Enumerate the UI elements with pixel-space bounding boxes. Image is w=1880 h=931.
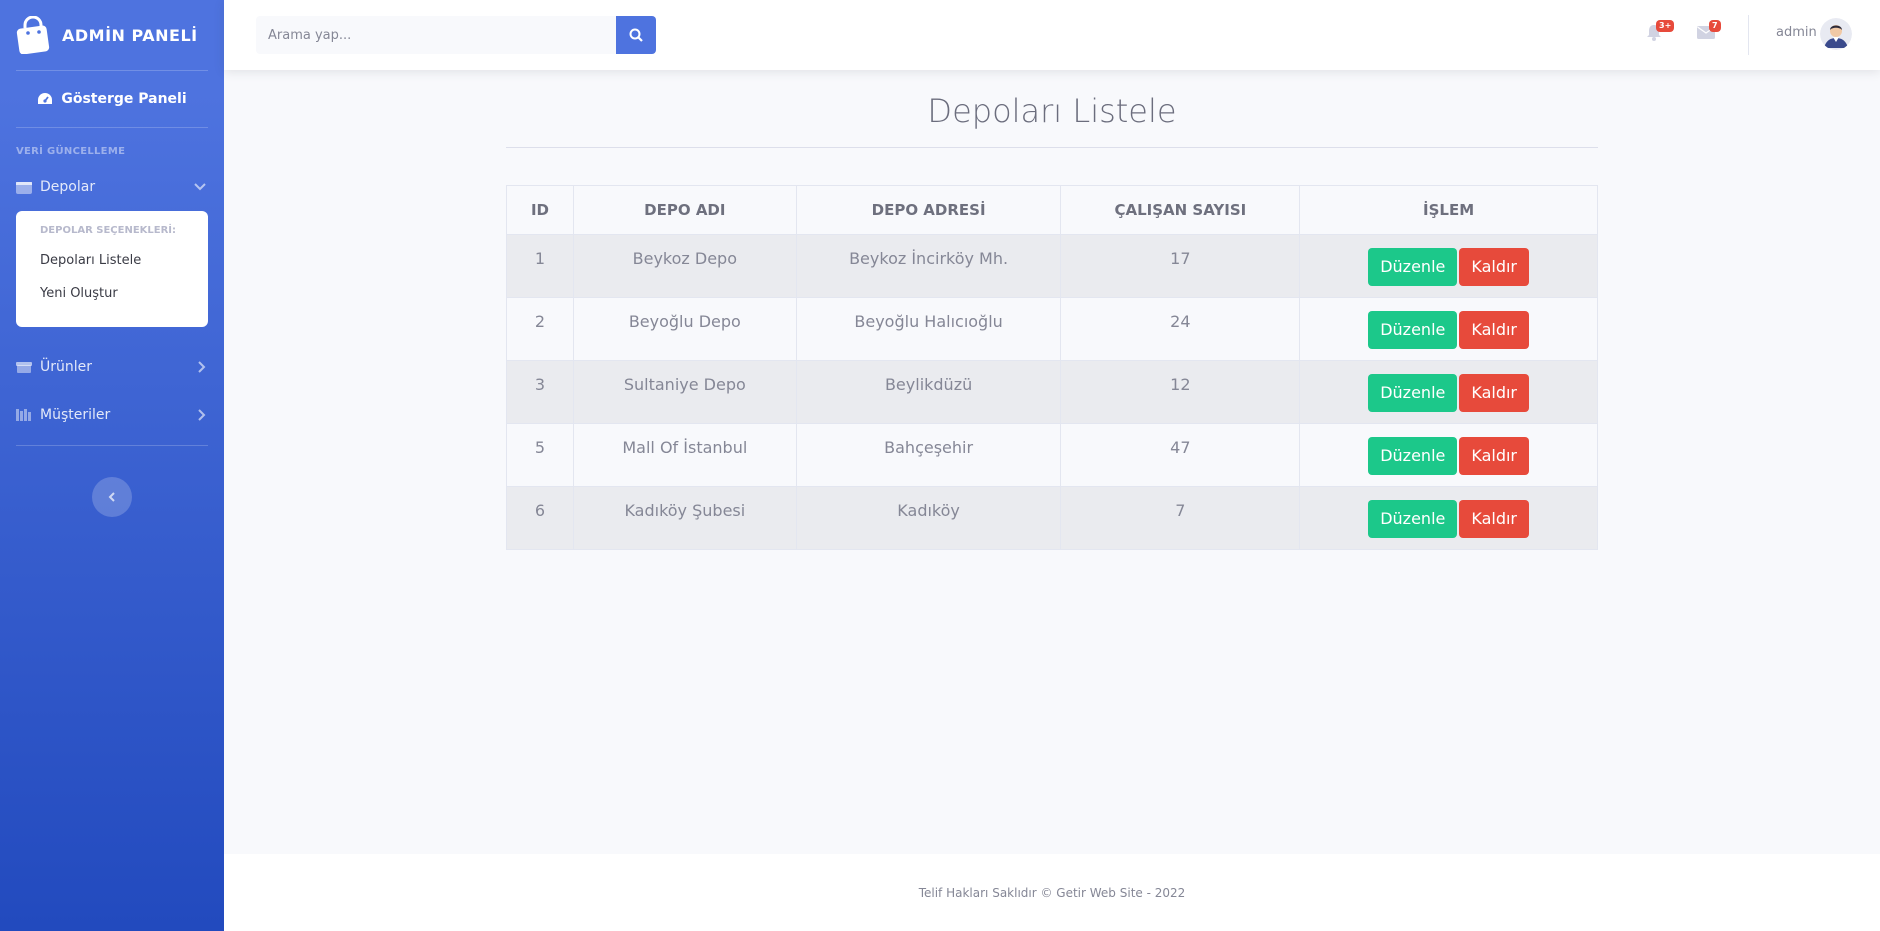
- cell-name: Mall Of İstanbul: [572, 423, 797, 487]
- sidebar-brand[interactable]: ADMİN PANELİ: [0, 0, 224, 70]
- delete-button[interactable]: Kaldır: [1459, 500, 1529, 538]
- title-divider: [506, 147, 1598, 148]
- table-row: 3 Sultaniye Depo Beylikdüzü 12 Düzenle Ka…: [506, 360, 1598, 424]
- cell-address: Beykoz İncirköy Mh.: [795, 234, 1062, 298]
- messages-badge: 7: [1709, 20, 1721, 32]
- depolar-submenu: DEPOLAR SEÇENEKLERİ: Depoları Listele Ye…: [16, 211, 208, 327]
- delete-button[interactable]: Kaldır: [1459, 437, 1529, 475]
- page-title: Depoları Listele: [927, 92, 1177, 130]
- cell-address: Beyoğlu Halıcıoğlu: [795, 297, 1062, 361]
- main-content: Depoları Listele ID DEPO ADI DEPO ADRESİ…: [224, 70, 1880, 854]
- column-header-name[interactable]: DEPO ADI: [572, 185, 797, 235]
- cell-employees: 12: [1060, 360, 1301, 424]
- brand-name: ADMİN PANELİ: [62, 25, 198, 45]
- column-header-actions: İŞLEM: [1299, 185, 1598, 235]
- topbar: 3+ 7 admin: [224, 0, 1880, 70]
- alerts-button[interactable]: 3+: [1646, 20, 1675, 45]
- cell-address: Bahçeşehir: [795, 423, 1062, 487]
- sidebar-item-label: Ürünler: [40, 359, 93, 375]
- cell-actions: Düzenle Kaldır: [1299, 486, 1598, 550]
- sidebar: ADMİN PANELİ Gösterge Paneli VERİ GÜNCEL…: [0, 0, 224, 931]
- cell-actions: Düzenle Kaldır: [1299, 234, 1598, 298]
- search-bar: [256, 16, 656, 54]
- cell-name: Kadıköy Şubesi: [572, 486, 797, 550]
- topbar-divider: [1748, 15, 1749, 55]
- search-input[interactable]: [256, 16, 616, 54]
- chevron-right-icon: [198, 409, 206, 421]
- sidebar-item-label: Müşteriler: [40, 407, 111, 423]
- shopping-bag-icon: [16, 16, 50, 54]
- avatar[interactable]: [1820, 18, 1852, 50]
- cell-id: 1: [506, 234, 574, 298]
- sidebar-item-urunler[interactable]: Ürünler: [0, 343, 224, 391]
- cell-id: 5: [506, 423, 574, 487]
- search-button[interactable]: [616, 16, 656, 54]
- cell-employees: 24: [1060, 297, 1301, 361]
- table-header-row: ID DEPO ADI DEPO ADRESİ ÇALIŞAN SAYISI İ…: [506, 185, 1598, 235]
- search-icon: [629, 28, 643, 42]
- column-header-address[interactable]: DEPO ADRESİ: [795, 185, 1062, 235]
- cell-actions: Düzenle Kaldır: [1299, 360, 1598, 424]
- cell-actions: Düzenle Kaldır: [1299, 423, 1598, 487]
- edit-button[interactable]: Düzenle: [1368, 311, 1458, 349]
- cell-address: Kadıköy: [795, 486, 1062, 550]
- cell-id: 2: [506, 297, 574, 361]
- cell-employees: 7: [1060, 486, 1301, 550]
- sidebar-item-musteriler[interactable]: Müşteriler: [0, 391, 224, 439]
- table-row: 1 Beykoz Depo Beykoz İncirköy Mh. 17 Düz…: [506, 234, 1598, 298]
- user-name[interactable]: admin: [1776, 25, 1817, 40]
- delete-button[interactable]: Kaldır: [1459, 248, 1529, 286]
- chevron-left-icon: [108, 492, 115, 502]
- cell-actions: Düzenle Kaldır: [1299, 297, 1598, 361]
- sidebar-toggle-button[interactable]: [92, 477, 132, 517]
- cell-id: 3: [506, 360, 574, 424]
- edit-button[interactable]: Düzenle: [1368, 374, 1458, 412]
- cell-employees: 47: [1060, 423, 1301, 487]
- chevron-down-icon: [194, 183, 206, 191]
- table-row: 5 Mall Of İstanbul Bahçeşehir 47 Düzenle…: [506, 423, 1598, 487]
- submenu-item-depolari-listele[interactable]: Depoları Listele: [16, 244, 208, 277]
- sidebar-divider: [16, 445, 208, 446]
- dashboard-label: Gösterge Paneli: [61, 91, 187, 107]
- cell-address: Beylikdüzü: [795, 360, 1062, 424]
- warehouse-icon: [16, 180, 32, 194]
- cell-name: Beyoğlu Depo: [572, 297, 797, 361]
- cell-employees: 17: [1060, 234, 1301, 298]
- table-row: 2 Beyoğlu Depo Beyoğlu Halıcıoğlu 24 Düz…: [506, 297, 1598, 361]
- sidebar-heading: VERİ GÜNCELLEME: [16, 146, 126, 157]
- cell-id: 6: [506, 486, 574, 550]
- footer: Telif Hakları Saklıdır © Getir Web Site …: [224, 854, 1880, 931]
- column-header-employees[interactable]: ÇALIŞAN SAYISI: [1060, 185, 1301, 235]
- cell-name: Sultaniye Depo: [572, 360, 797, 424]
- delete-button[interactable]: Kaldır: [1459, 374, 1529, 412]
- box-icon: [16, 360, 32, 374]
- submenu-item-yeni-olustur[interactable]: Yeni Oluştur: [16, 277, 208, 310]
- users-icon: [16, 408, 32, 422]
- cell-name: Beykoz Depo: [572, 234, 797, 298]
- copyright-text: Telif Hakları Saklıdır © Getir Web Site …: [918, 885, 1186, 900]
- warehouses-table: ID DEPO ADI DEPO ADRESİ ÇALIŞAN SAYISI İ…: [506, 185, 1598, 550]
- column-header-id[interactable]: ID: [506, 185, 574, 235]
- submenu-header: DEPOLAR SEÇENEKLERİ:: [40, 225, 177, 236]
- delete-button[interactable]: Kaldır: [1459, 311, 1529, 349]
- sidebar-item-dashboard[interactable]: Gösterge Paneli: [0, 71, 224, 127]
- sidebar-item-label: Depolar: [40, 179, 96, 195]
- messages-button[interactable]: 7: [1697, 20, 1721, 43]
- sidebar-item-depolar[interactable]: Depolar: [0, 163, 224, 211]
- edit-button[interactable]: Düzenle: [1368, 248, 1458, 286]
- tachometer-icon: [38, 93, 53, 104]
- edit-button[interactable]: Düzenle: [1368, 500, 1458, 538]
- table-row: 6 Kadıköy Şubesi Kadıköy 7 Düzenle Kaldır: [506, 486, 1598, 550]
- chevron-right-icon: [198, 361, 206, 373]
- alerts-badge: 3+: [1656, 20, 1675, 32]
- edit-button[interactable]: Düzenle: [1368, 437, 1458, 475]
